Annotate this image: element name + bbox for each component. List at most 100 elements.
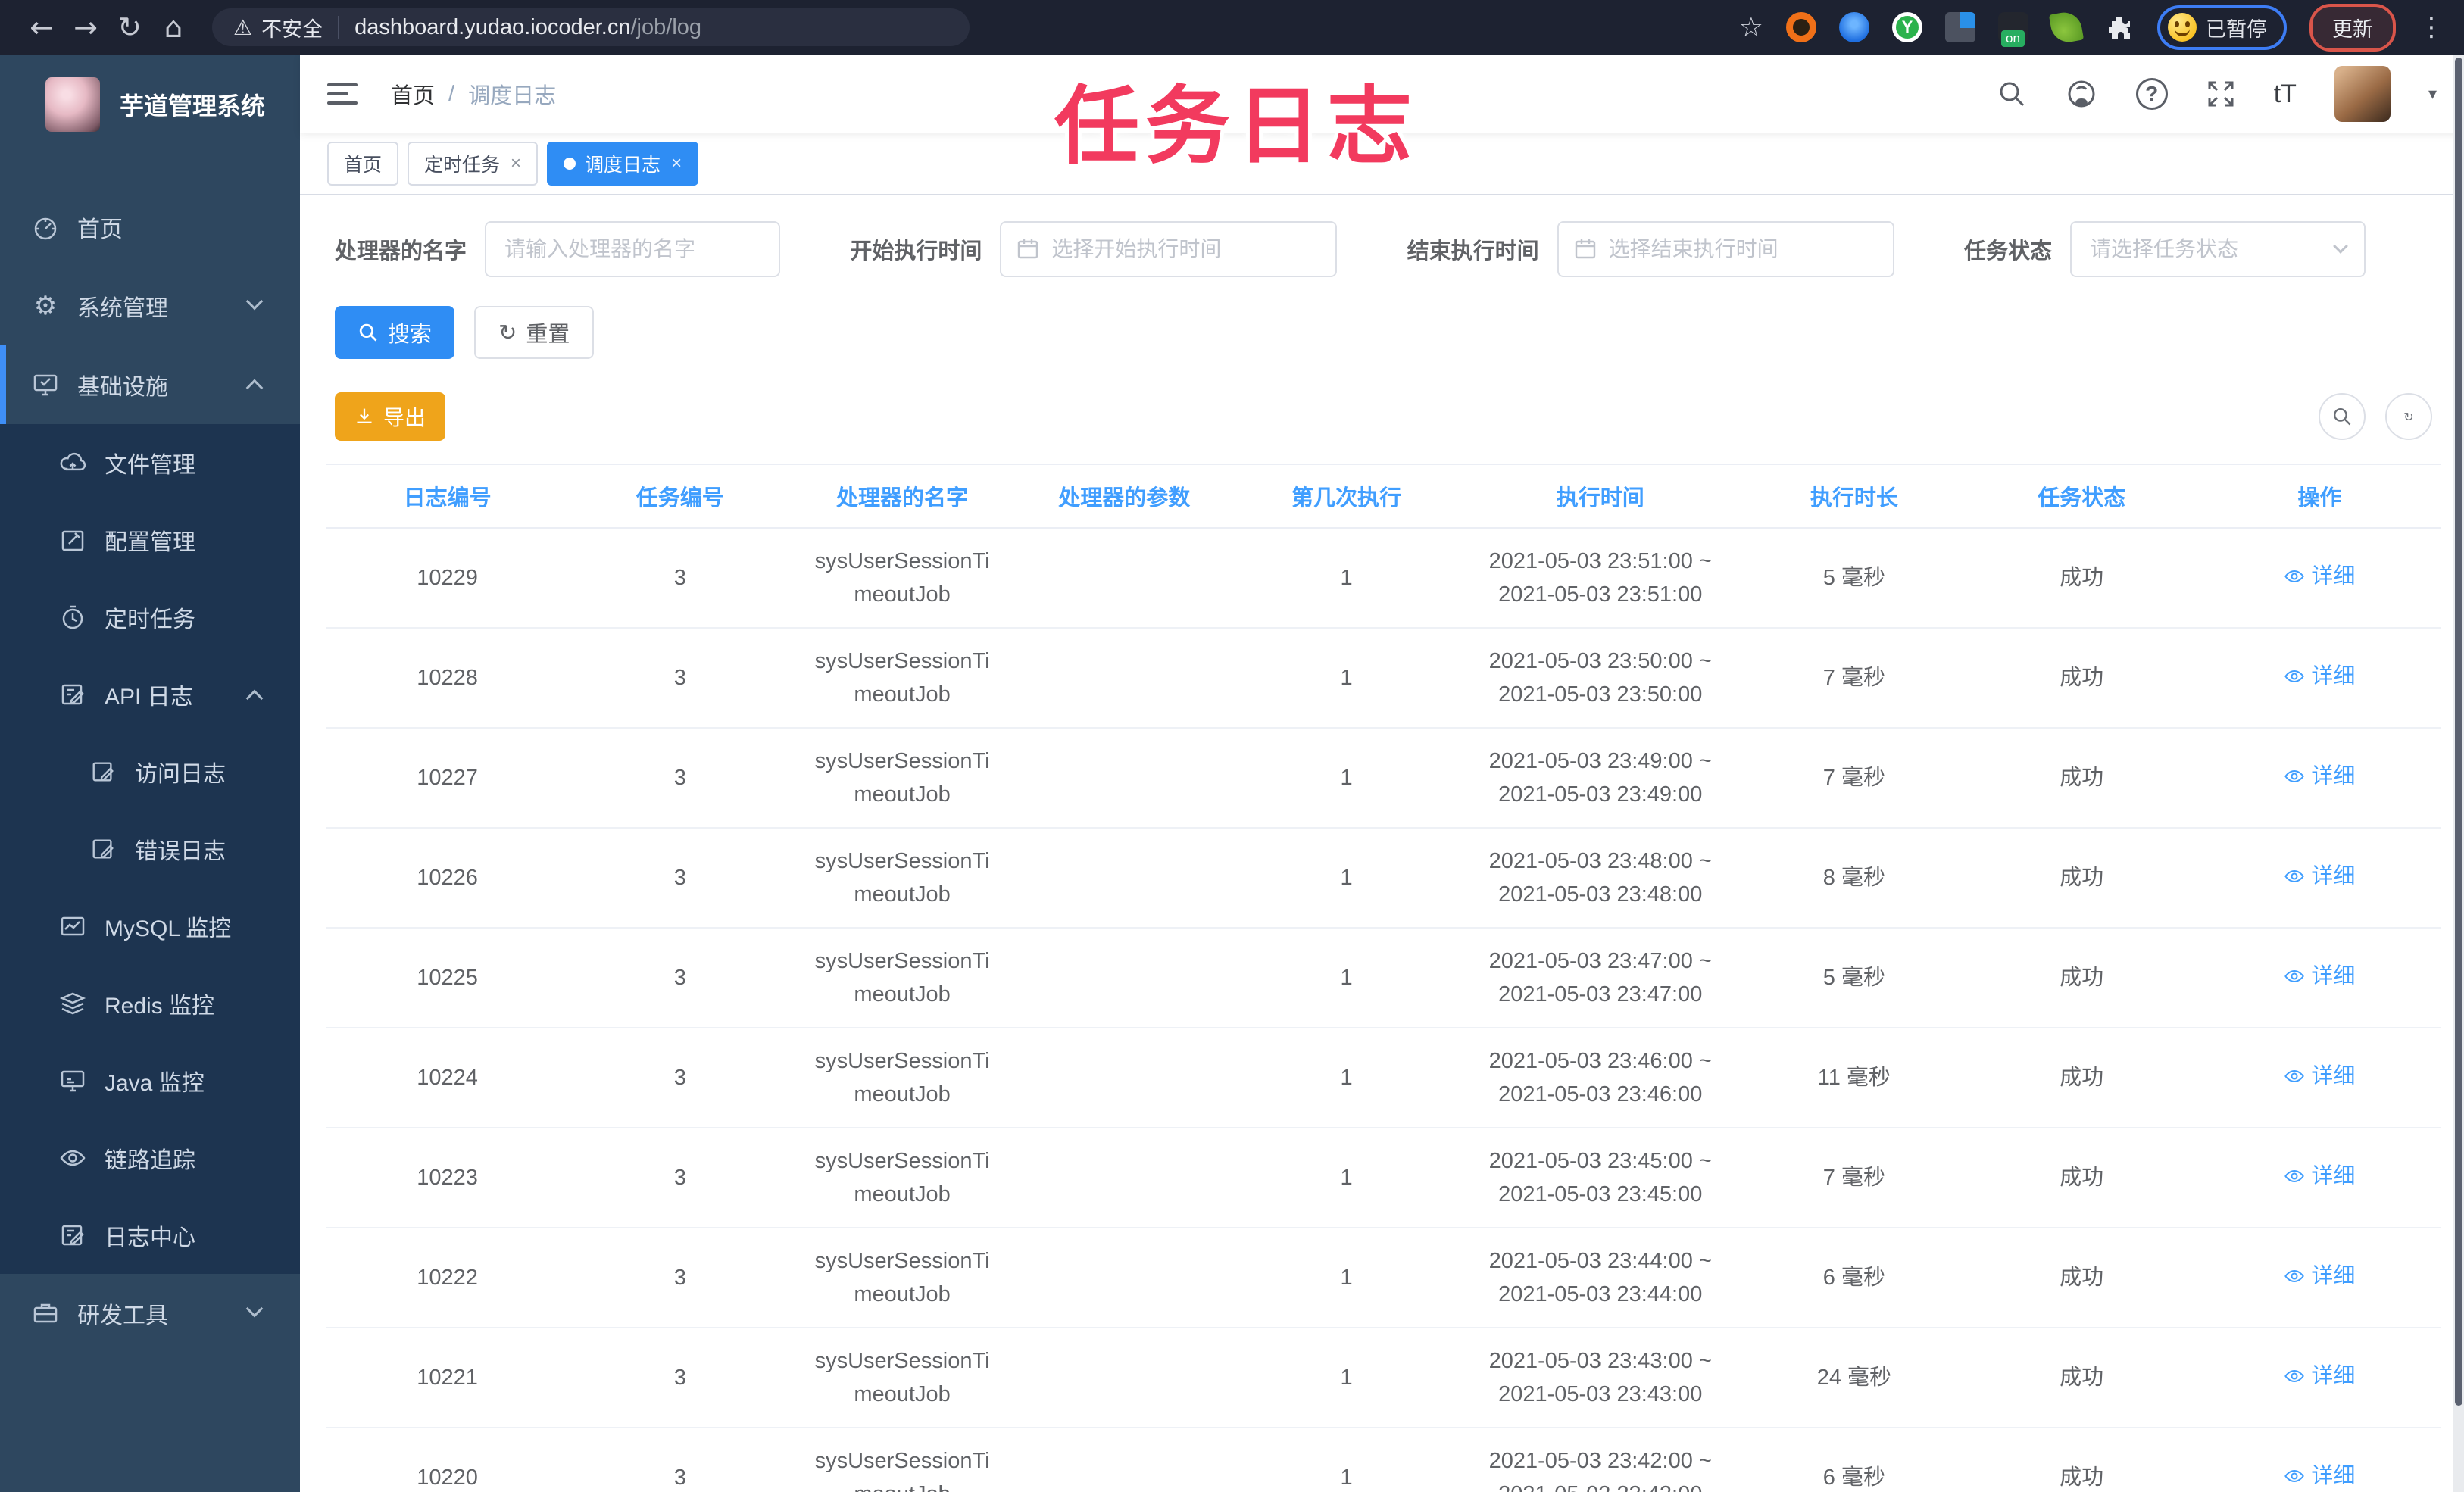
profile-paused-badge[interactable]: 已暂停 xyxy=(2157,5,2287,50)
sidebar-item-system[interactable]: ⚙ 系统管理 xyxy=(0,267,300,345)
toggle-search-button[interactable] xyxy=(2319,393,2366,440)
export-button[interactable]: 导出 xyxy=(335,392,446,441)
detail-link[interactable]: 详细 xyxy=(2284,760,2355,793)
sidebar-item-home[interactable]: 首页 xyxy=(0,188,300,267)
paused-label: 已暂停 xyxy=(2206,17,2267,41)
extensions-puzzle-icon[interactable] xyxy=(2104,12,2135,42)
address-bar[interactable]: ⚠ 不安全 dashboard.yudao.iocoder.cn /job/lo… xyxy=(212,8,970,46)
browser-forward-icon[interactable]: → xyxy=(64,11,108,44)
tab-home[interactable]: 首页 xyxy=(327,142,399,186)
sidebar-item-tracing[interactable]: 链路追踪 xyxy=(0,1119,300,1197)
sidebar-item-infrastructure[interactable]: 基础设施 xyxy=(0,345,300,424)
column-header[interactable]: 第几次执行 xyxy=(1235,464,1458,529)
browser-menu-icon[interactable]: ⋮ xyxy=(2419,14,2444,40)
cell-handler-name: sysUserSessionTimeoutJob xyxy=(791,1228,1013,1328)
detail-link-label: 详细 xyxy=(2311,1463,2356,1488)
detail-link[interactable]: 详细 xyxy=(2284,960,2355,993)
sidebar-item-api-log[interactable]: API 日志 xyxy=(0,656,300,733)
search-icon[interactable] xyxy=(1997,79,2027,109)
sidebar-fold-icon[interactable] xyxy=(327,83,358,105)
cell-status: 成功 xyxy=(1965,1428,2198,1492)
handler-name-input[interactable] xyxy=(485,221,781,277)
cell-log-id: 10224 xyxy=(326,1028,570,1128)
sidebar-item-cron-job[interactable]: 定时任务 xyxy=(0,579,300,656)
sidebar-item-access-log[interactable]: 访问日志 xyxy=(0,733,300,810)
table-row: 10223 3 sysUserSessionTimeoutJob 1 2021-… xyxy=(326,1128,2441,1228)
avatar-caret-down-icon[interactable]: ▾ xyxy=(2428,85,2437,104)
breadcrumb-home[interactable]: 首页 xyxy=(391,78,435,110)
sidebar-item-mysql-monitor[interactable]: MySQL 监控 xyxy=(0,888,300,965)
task-status-select[interactable] xyxy=(2070,221,2366,277)
cell-task-id: 3 xyxy=(569,1328,792,1428)
sidebar-item-dev-tools[interactable]: 研发工具 xyxy=(0,1274,300,1353)
cell-execute-time: 2021-05-03 23:50:00 ~ 2021-05-03 23:50:0… xyxy=(1457,628,1744,729)
column-header[interactable]: 任务编号 xyxy=(569,464,792,529)
chevron-up-icon xyxy=(245,379,264,397)
sidebar-item-error-log[interactable]: 错误日志 xyxy=(0,810,300,888)
execute-time-end: 2021-05-03 23:47:00 xyxy=(1498,982,1703,1007)
browser-back-icon[interactable]: ← xyxy=(20,11,64,44)
begin-time-input[interactable] xyxy=(1000,221,1338,277)
sidebar-logo-row: 芋道管理系统 xyxy=(0,55,300,155)
sidebar-item-java-monitor[interactable]: Java 监控 xyxy=(0,1042,300,1119)
column-header[interactable]: 任务状态 xyxy=(1965,464,2198,529)
refresh-table-button[interactable]: ↻ xyxy=(2385,393,2432,440)
tab-job-log[interactable]: 调度日志 × xyxy=(547,142,699,186)
detail-link[interactable]: 详细 xyxy=(2284,1160,2355,1193)
help-icon[interactable]: ? xyxy=(2135,78,2168,110)
reset-button[interactable]: ↻ 重置 xyxy=(474,306,595,359)
user-avatar-image[interactable] xyxy=(2334,66,2391,122)
sidebar-item-label: 错误日志 xyxy=(135,839,226,864)
sidebar-item-file-manage[interactable]: 文件管理 xyxy=(0,424,300,501)
end-time-input[interactable] xyxy=(1557,221,1894,277)
leaf-extension-icon[interactable] xyxy=(2048,9,2085,45)
refresh-icon: ↻ xyxy=(498,320,517,345)
sidebar-item-config-manage[interactable]: 配置管理 xyxy=(0,501,300,579)
window-scrollbar[interactable] xyxy=(2453,55,2464,1492)
sidebar-item-log-center[interactable]: 日志中心 xyxy=(0,1197,300,1274)
fullscreen-icon[interactable] xyxy=(2206,79,2236,109)
detail-link[interactable]: 详细 xyxy=(2284,1060,2355,1093)
edit-square-icon xyxy=(58,526,88,554)
github-icon[interactable] xyxy=(2065,77,2098,111)
green-y-extension-icon[interactable]: Y xyxy=(1892,12,1922,42)
detail-link[interactable]: 详细 xyxy=(2284,1259,2355,1293)
column-header[interactable]: 执行时间 xyxy=(1457,464,1744,529)
execute-time-start: 2021-05-03 23:42:00 ~ xyxy=(1488,1449,1712,1473)
browser-home-icon[interactable]: ⌂ xyxy=(151,11,195,44)
browser-update-button[interactable]: 更新 xyxy=(2309,3,2396,52)
execute-time-start: 2021-05-03 23:49:00 ~ xyxy=(1488,749,1712,773)
log-edit-icon xyxy=(58,1222,88,1249)
font-size-icon[interactable]: tT xyxy=(2274,80,2297,109)
blue-pin-extension-icon[interactable] xyxy=(1839,12,1869,42)
detail-link[interactable]: 详细 xyxy=(2284,1459,2355,1492)
cell-execute-index: 1 xyxy=(1235,528,1458,629)
column-header[interactable]: 处理器的名字 xyxy=(791,464,1013,529)
tab-close-icon[interactable]: × xyxy=(671,153,682,174)
sidebar-item-label: 配置管理 xyxy=(105,530,195,555)
tab-close-icon[interactable]: × xyxy=(511,153,521,174)
column-header[interactable]: 执行时长 xyxy=(1743,464,1966,529)
detail-link[interactable]: 详细 xyxy=(2284,560,2355,593)
bookmark-star-icon[interactable]: ☆ xyxy=(1739,12,1763,43)
grid-extension-icon[interactable] xyxy=(1945,12,1975,42)
search-form: 处理器的名字 开始执行时间 结束执行时间 xyxy=(335,221,2366,277)
column-header[interactable]: 日志编号 xyxy=(326,464,570,529)
tab-cron-job[interactable]: 定时任务 × xyxy=(408,142,539,186)
sidebar-item-redis-monitor[interactable]: Redis 监控 xyxy=(0,965,300,1042)
column-header[interactable]: 操作 xyxy=(2197,464,2441,529)
detail-link[interactable]: 详细 xyxy=(2284,660,2355,693)
cell-execute-time: 2021-05-03 23:49:00 ~ 2021-05-03 23:49:0… xyxy=(1457,728,1744,829)
adblock-extension-icon[interactable] xyxy=(1786,12,1816,42)
detail-link[interactable]: 详细 xyxy=(2284,860,2355,893)
detail-link[interactable]: 详细 xyxy=(2284,1359,2355,1393)
detail-link-label: 详细 xyxy=(2311,963,2356,988)
scrollbar-thumb[interactable] xyxy=(2455,58,2462,1406)
main-area: 首页 / 调度日志 ? tT ▾ 首页 定时任务 × 调度日志 × 处理器的名字… xyxy=(300,55,2464,1492)
cell-actions: 详细 xyxy=(2197,628,2441,729)
browser-reload-icon[interactable]: ↻ xyxy=(108,11,151,44)
search-button[interactable]: 搜索 xyxy=(335,306,455,359)
onetab-extension-icon[interactable]: on xyxy=(1998,12,2028,47)
breadcrumb-current: 调度日志 xyxy=(468,84,557,108)
column-header[interactable]: 处理器的参数 xyxy=(1013,464,1235,529)
